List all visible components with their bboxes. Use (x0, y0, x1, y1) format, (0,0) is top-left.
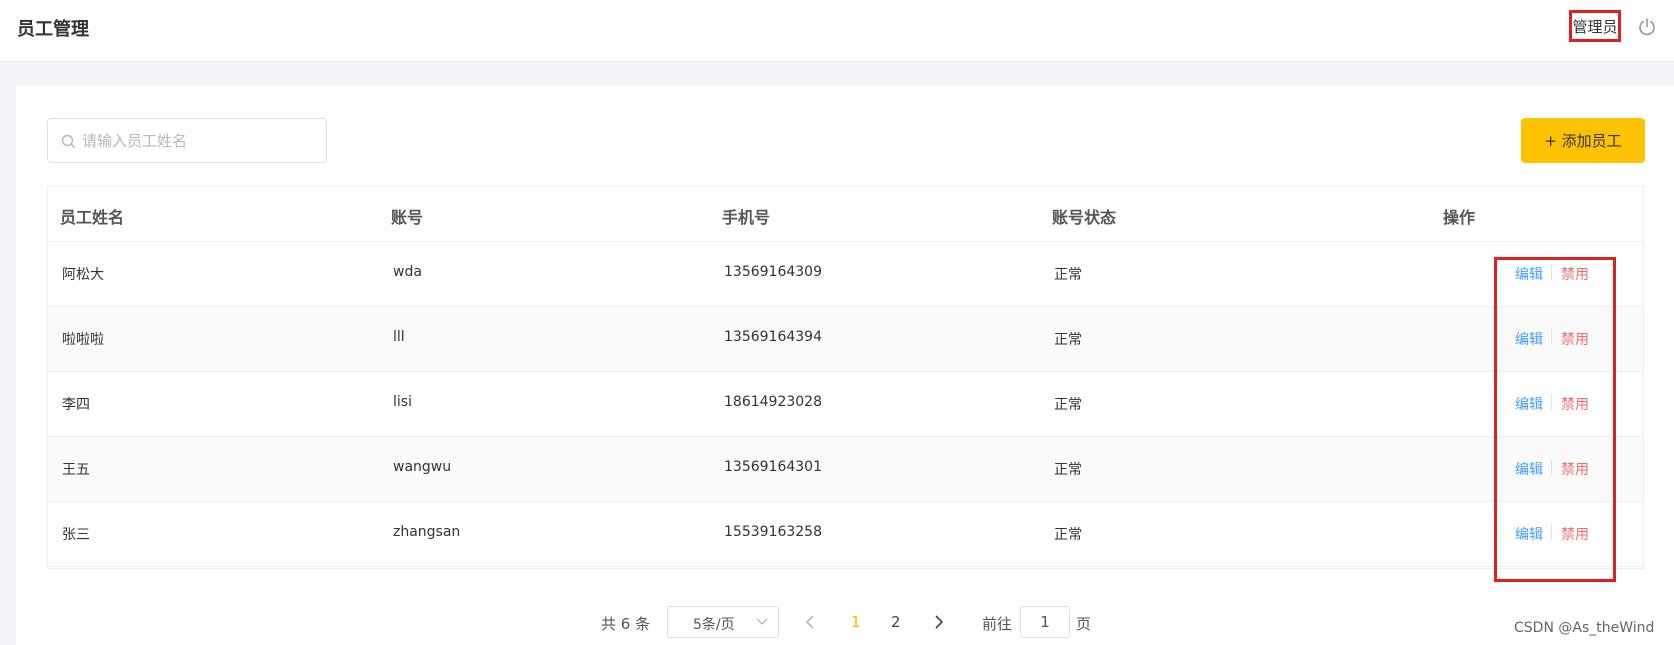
search-box[interactable] (47, 118, 327, 163)
cell-phone: 13569164394 (724, 329, 822, 345)
cell-status: 正常 (1054, 462, 1082, 478)
cell-name: 王五 (62, 462, 90, 478)
table-row: 啦啦啦 lll 13569164394 正常 编辑 禁用 (48, 307, 1643, 372)
page-number-2[interactable]: 2 (891, 613, 901, 631)
cell-phone: 15539163258 (724, 524, 822, 540)
cell-name: 啦啦啦 (62, 332, 104, 348)
chevron-down-icon (756, 618, 768, 625)
cell-account: lisi (393, 394, 412, 410)
goto-page-input[interactable] (1020, 606, 1070, 638)
pagination: 共 6 条 5条/页 1 2 前往 页 (0, 606, 1674, 640)
page-number-1[interactable]: 1 (851, 613, 861, 631)
table-row: 张三 zhangsan 15539163258 正常 编辑 禁用 (48, 502, 1643, 567)
pagination-total: 共 6 条 (601, 615, 651, 633)
cell-status: 正常 (1054, 527, 1082, 543)
chevron-right-icon[interactable] (933, 614, 945, 630)
table-row: 李四 lisi 18614923028 正常 编辑 禁用 (48, 372, 1643, 437)
column-header-name: 员工姓名 (60, 208, 125, 227)
edit-link[interactable]: 编辑 (1515, 459, 1543, 479)
page-size-value: 5条/页 (693, 617, 735, 633)
watermark: CSDN @As_theWind (1514, 620, 1655, 636)
table-row: 王五 wangwu 13569164301 正常 编辑 禁用 (48, 437, 1643, 502)
cell-account: wangwu (393, 459, 452, 475)
column-header-actions: 操作 (1443, 208, 1476, 227)
column-header-phone: 手机号 (722, 208, 771, 227)
disable-link[interactable]: 禁用 (1561, 524, 1589, 544)
table-header: 员工姓名 账号 手机号 账号状态 操作 (48, 187, 1643, 242)
page-size-select[interactable]: 5条/页 (667, 606, 779, 638)
cell-name: 张三 (62, 527, 90, 543)
edit-link[interactable]: 编辑 (1515, 264, 1543, 284)
edit-link[interactable]: 编辑 (1515, 524, 1543, 544)
page-suffix-label: 页 (1076, 615, 1092, 633)
action-divider (1551, 264, 1552, 280)
action-divider (1551, 394, 1552, 410)
cell-account: lll (393, 329, 405, 345)
cell-phone: 13569164301 (724, 459, 822, 475)
table-row: 阿松大 wda 13569164309 正常 编辑 禁用 (48, 242, 1643, 307)
action-divider (1551, 329, 1552, 345)
disable-link[interactable]: 禁用 (1561, 394, 1589, 414)
edit-link[interactable]: 编辑 (1515, 394, 1543, 414)
edit-link[interactable]: 编辑 (1515, 329, 1543, 349)
action-divider (1551, 524, 1552, 540)
disable-link[interactable]: 禁用 (1561, 329, 1589, 349)
add-employee-button[interactable]: + 添加员工 (1521, 118, 1645, 163)
goto-label: 前往 (982, 615, 1013, 633)
column-header-status: 账号状态 (1052, 208, 1117, 227)
chevron-left-icon[interactable] (804, 614, 816, 630)
cell-phone: 13569164309 (724, 264, 822, 280)
cell-phone: 18614923028 (724, 394, 822, 410)
cell-account: wda (393, 264, 422, 280)
search-input[interactable] (82, 119, 322, 162)
disable-link[interactable]: 禁用 (1561, 264, 1589, 284)
cell-status: 正常 (1054, 397, 1082, 413)
user-name-label[interactable]: 管理员 (1569, 10, 1621, 42)
column-header-account: 账号 (391, 208, 424, 227)
cell-status: 正常 (1054, 267, 1082, 283)
top-bar: 员工管理 管理员 (0, 0, 1674, 62)
search-icon (61, 134, 76, 149)
cell-name: 阿松大 (62, 267, 104, 283)
cell-name: 李四 (62, 397, 90, 413)
power-icon[interactable] (1637, 17, 1657, 37)
cell-account: zhangsan (393, 524, 461, 540)
action-divider (1551, 459, 1552, 475)
disable-link[interactable]: 禁用 (1561, 459, 1589, 479)
page-title: 员工管理 (17, 19, 89, 40)
employee-table: 员工姓名 账号 手机号 账号状态 操作 阿松大 wda 13569164309 … (47, 186, 1644, 569)
cell-status: 正常 (1054, 332, 1082, 348)
